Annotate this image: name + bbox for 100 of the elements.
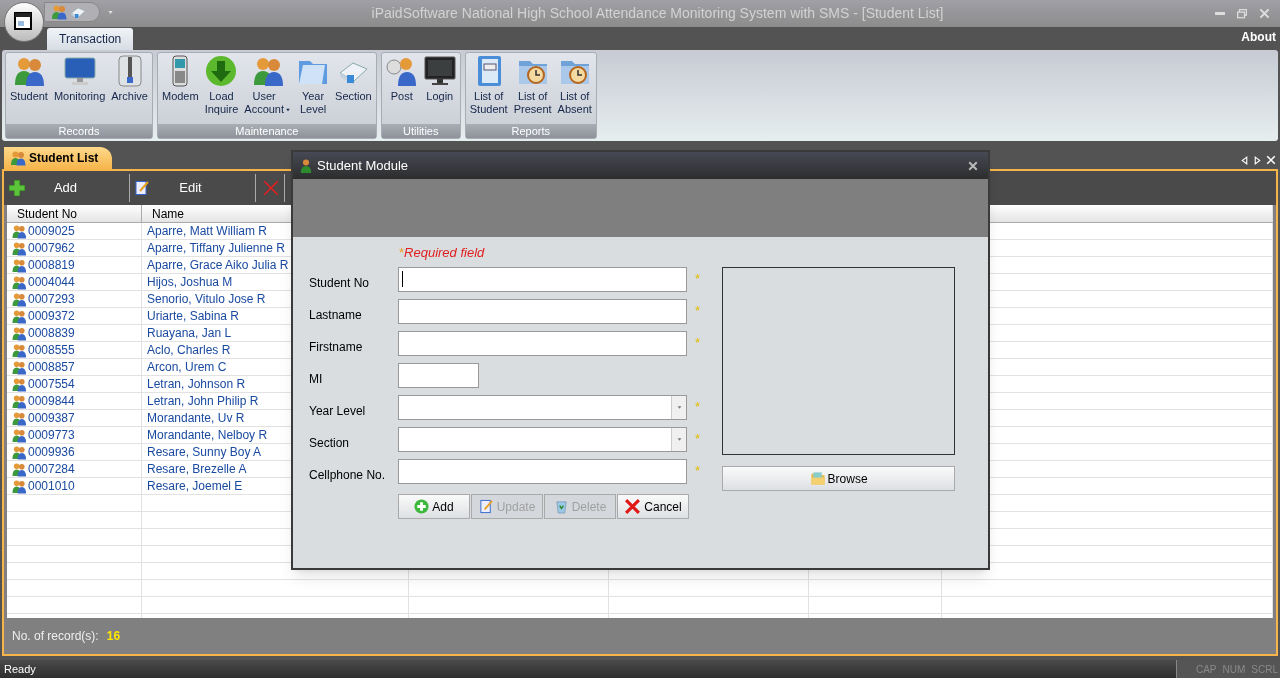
record-count-label: No. of record(s): [12, 628, 99, 645]
table-cell: 0007962 [7, 240, 142, 256]
field-label: Lastname [309, 307, 363, 324]
next-icon [1253, 155, 1262, 165]
people-icon [51, 4, 67, 20]
group-label: Reports [465, 124, 596, 138]
input-field[interactable] [398, 298, 687, 324]
required-mark: * [695, 270, 701, 289]
dropdown-field[interactable] [398, 426, 687, 452]
table-cell: 0009025 [7, 223, 142, 239]
about-menu[interactable]: About [1241, 28, 1276, 46]
input-field[interactable] [398, 458, 687, 484]
people-icon [11, 308, 27, 324]
people-icon [10, 150, 26, 166]
ribbon-button[interactable]: User Account [242, 55, 294, 124]
close-icon [1266, 155, 1276, 165]
people-icon [11, 274, 27, 290]
ribbon-button[interactable]: Load Inquire [202, 55, 241, 124]
ribbon-button[interactable]: Modem [159, 55, 201, 124]
close-icon [1259, 8, 1270, 19]
ribbon-button[interactable]: Section [333, 55, 374, 124]
table-cell: 0009844 [7, 393, 142, 409]
previous-icon [1240, 155, 1249, 165]
people-icon [11, 291, 27, 307]
document-tab[interactable]: Student List [4, 147, 113, 169]
toolbar-button[interactable]: Add [4, 174, 130, 202]
people-icon [11, 427, 27, 443]
ribbon-button[interactable]: Monitoring [51, 55, 108, 124]
dropdown-caret-icon [675, 436, 683, 442]
monitor-icon [63, 55, 96, 87]
input-field[interactable] [398, 362, 479, 388]
window-icon [13, 11, 35, 33]
people-icon [11, 478, 27, 494]
delete-icon [262, 179, 280, 197]
dialog-title: Student Module [317, 156, 409, 175]
window-title: iPaidSoftware National High School Attendance Monitoring System with SMS - [Student List] [371, 4, 944, 23]
dropdown-caret-icon [675, 404, 683, 410]
group-label: Records [6, 124, 152, 138]
people-icon [11, 393, 27, 409]
record-count: 16 [106, 628, 121, 645]
ribbon-button[interactable]: List of Absent [555, 55, 594, 124]
required-mark: * [695, 462, 701, 481]
column-header[interactable]: Student No [7, 205, 142, 222]
people-icon [11, 410, 27, 426]
table-cell: 0007554 [7, 376, 142, 392]
table-cell: 0008857 [7, 359, 142, 375]
table-cell: 0009387 [7, 410, 142, 426]
clock-person-icon [385, 55, 418, 87]
ribbon-button[interactable]: List of Student [467, 55, 510, 124]
table-cell: 0009372 [7, 308, 142, 324]
required-mark: * [695, 302, 701, 321]
plus-icon [414, 499, 430, 514]
dropdown-field[interactable] [398, 394, 687, 420]
table-cell: 0007293 [7, 291, 142, 307]
cancel-icon [624, 498, 642, 515]
dropdown-caret-icon[interactable] [107, 10, 114, 15]
ribbon-button[interactable]: Login [421, 55, 458, 124]
people-icon [11, 342, 27, 358]
application-menu-button[interactable] [4, 2, 44, 42]
table-cell: 0007284 [7, 461, 142, 477]
ribbon-button[interactable]: List of Present [511, 55, 554, 124]
people-icon [12, 55, 45, 87]
toolbar-button[interactable]: Edit [130, 174, 256, 202]
close-icon [968, 160, 978, 171]
table-cell: 0009936 [7, 444, 142, 460]
browse-button[interactable]: Browse [722, 466, 956, 491]
people-icon [11, 257, 27, 273]
restore-icon [1237, 8, 1247, 19]
people-icon [11, 376, 27, 392]
table-cell: 0009773 [7, 427, 142, 443]
edit-icon [134, 180, 150, 196]
table-cell: 0004044 [7, 274, 142, 290]
bin-icon [553, 499, 569, 514]
plus-icon [8, 179, 26, 197]
input-field[interactable] [398, 266, 687, 292]
people-icon [11, 461, 27, 477]
dialog-button[interactable]: Cancel [617, 494, 689, 519]
ribbon-button[interactable]: Student [8, 55, 50, 124]
required-mark: * [695, 398, 701, 417]
group-label: Maintenance [157, 124, 376, 138]
field-label: Student No [309, 275, 371, 292]
table-cell: 0008839 [7, 325, 142, 341]
ribbon-tab[interactable]: Transaction [47, 28, 134, 50]
people-icon [11, 325, 27, 341]
table-cell: 0008819 [7, 257, 142, 273]
dialog-button[interactable]: Add [398, 494, 470, 519]
input-field[interactable] [398, 330, 687, 356]
people-icon [11, 444, 27, 460]
ribbon-button[interactable]: Archive [109, 55, 150, 124]
required-mark: * [695, 334, 701, 353]
people-icon [11, 240, 27, 256]
table-cell: 0001010 [7, 478, 142, 494]
ribbon-button[interactable]: Year Level [295, 55, 332, 124]
table-cell: 0008555 [7, 342, 142, 358]
ribbon-button[interactable]: Post [383, 55, 420, 124]
edit-icon [478, 499, 494, 514]
monitor-icon [423, 55, 456, 87]
group-label: Utilities [381, 124, 460, 138]
people-icon [251, 55, 284, 87]
person-icon [299, 157, 313, 174]
